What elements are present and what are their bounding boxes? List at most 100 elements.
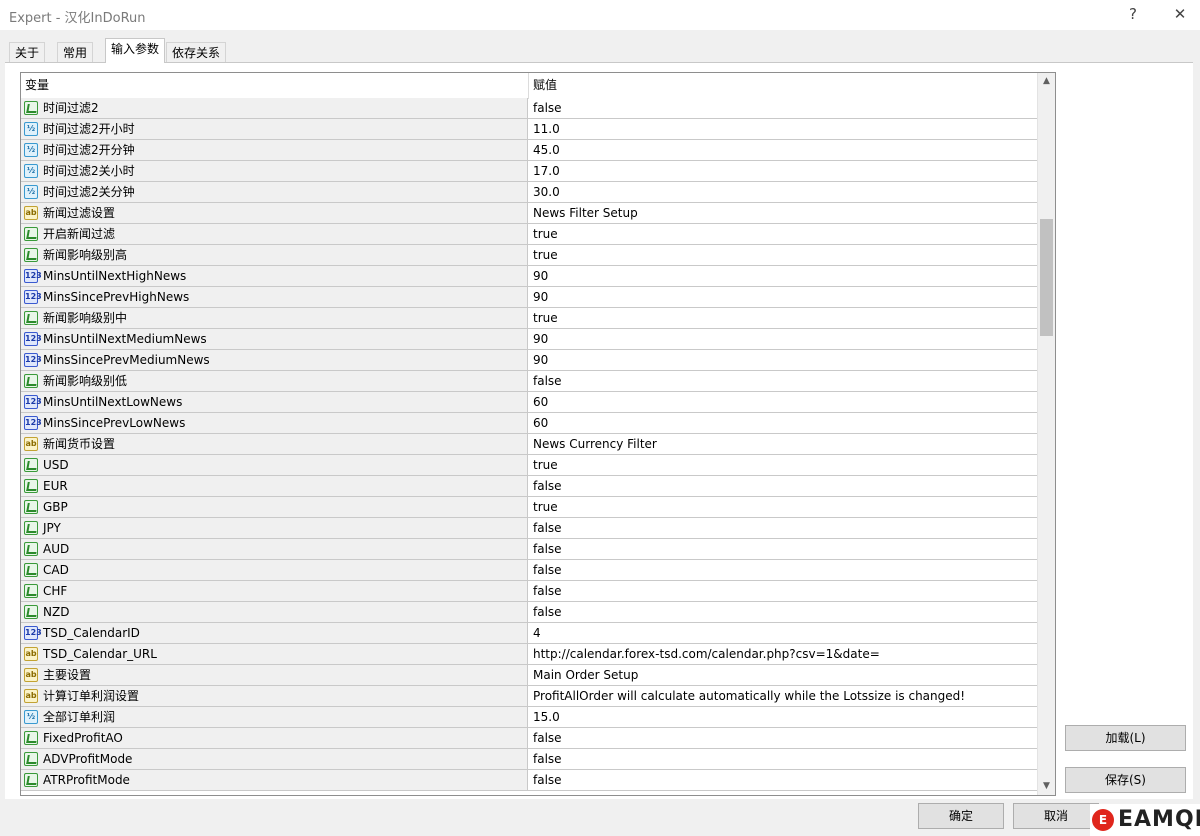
parameter-value-cell[interactable]: false xyxy=(529,770,1037,790)
parameter-name-cell[interactable]: JPY xyxy=(21,518,528,538)
parameter-name-cell[interactable]: ½ 时间过滤2开小时 xyxy=(21,119,528,139)
table-row[interactable]: ½ 时间过滤2关分钟 30.0 xyxy=(21,182,1037,203)
table-row[interactable]: CHF false xyxy=(21,581,1037,602)
parameter-value-cell[interactable]: false xyxy=(529,476,1037,496)
scroll-up-icon[interactable]: ▲ xyxy=(1038,73,1055,90)
parameter-value-cell[interactable]: 90 xyxy=(529,329,1037,349)
parameter-name-cell[interactable]: EUR xyxy=(21,476,528,496)
parameter-value-cell[interactable]: false xyxy=(529,728,1037,748)
table-row[interactable]: 开启新闻过滤 true xyxy=(21,224,1037,245)
parameter-name-cell[interactable]: NZD xyxy=(21,602,528,622)
parameter-value-cell[interactable]: http://calendar.forex-tsd.com/calendar.p… xyxy=(529,644,1037,664)
parameter-value-cell[interactable]: 90 xyxy=(529,266,1037,286)
parameter-name-cell[interactable]: GBP xyxy=(21,497,528,517)
parameter-value-cell[interactable]: false xyxy=(529,371,1037,391)
parameter-name-cell[interactable]: AUD xyxy=(21,539,528,559)
save-button[interactable]: 保存(S) xyxy=(1065,767,1186,793)
table-row[interactable]: ab 主要设置 Main Order Setup xyxy=(21,665,1037,686)
parameter-value-cell[interactable]: true xyxy=(529,455,1037,475)
parameter-value-cell[interactable]: false xyxy=(529,749,1037,769)
parameter-name-cell[interactable]: ab 新闻货币设置 xyxy=(21,434,528,454)
parameter-grid[interactable]: 变量 赋值 时间过滤2 false ½ 时间过滤2开小时 11.0 ½ 时间过滤2开分钟 45… xyxy=(20,72,1056,796)
parameter-value-cell[interactable]: false xyxy=(529,98,1037,118)
parameter-name-cell[interactable]: 时间过滤2 xyxy=(21,98,528,118)
table-row[interactable]: GBP true xyxy=(21,497,1037,518)
cancel-button[interactable]: 取消 xyxy=(1013,803,1099,829)
parameter-name-cell[interactable]: ab 新闻过滤设置 xyxy=(21,203,528,223)
table-row[interactable]: ab 新闻货币设置 News Currency Filter xyxy=(21,434,1037,455)
parameter-value-cell[interactable]: true xyxy=(529,308,1037,328)
tab-dependencies[interactable]: 依存关系 xyxy=(166,42,227,62)
parameter-value-cell[interactable]: false xyxy=(529,602,1037,622)
table-row[interactable]: EUR false xyxy=(21,476,1037,497)
table-row[interactable]: 123 MinsUntilNextHighNews 90 xyxy=(21,266,1037,287)
table-row[interactable]: ADVProfitMode false xyxy=(21,749,1037,770)
parameter-name-cell[interactable]: ADVProfitMode xyxy=(21,749,528,769)
parameter-name-cell[interactable]: ½ 时间过滤2开分钟 xyxy=(21,140,528,160)
parameter-value-cell[interactable]: 30.0 xyxy=(529,182,1037,202)
parameter-value-cell[interactable]: 15.0 xyxy=(529,707,1037,727)
ok-button[interactable]: 确定 xyxy=(918,803,1004,829)
parameter-value-cell[interactable]: true xyxy=(529,245,1037,265)
parameter-name-cell[interactable]: CHF xyxy=(21,581,528,601)
table-row[interactable]: FixedProfitAO false xyxy=(21,728,1037,749)
parameter-value-cell[interactable]: 11.0 xyxy=(529,119,1037,139)
parameter-value-cell[interactable]: 4 xyxy=(529,623,1037,643)
table-row[interactable]: 123 MinsSincePrevHighNews 90 xyxy=(21,287,1037,308)
close-button[interactable]: ✕ xyxy=(1168,3,1192,25)
parameter-name-cell[interactable]: 新闻影响级别中 xyxy=(21,308,528,328)
table-row[interactable]: AUD false xyxy=(21,539,1037,560)
parameter-name-cell[interactable]: 123 MinsSincePrevLowNews xyxy=(21,413,528,433)
table-row[interactable]: ab TSD_Calendar_URL http://calendar.forex-… xyxy=(21,644,1037,665)
parameter-name-cell[interactable]: 123 TSD_CalendarID xyxy=(21,623,528,643)
parameter-value-cell[interactable]: 45.0 xyxy=(529,140,1037,160)
table-row[interactable]: 新闻影响级别低 false xyxy=(21,371,1037,392)
tab-about[interactable]: 关于 xyxy=(9,42,46,62)
parameter-value-cell[interactable]: true xyxy=(529,224,1037,244)
parameter-name-cell[interactable]: 123 MinsUntilNextMediumNews xyxy=(21,329,528,349)
parameter-value-cell[interactable]: Main Order Setup xyxy=(529,665,1037,685)
parameter-value-cell[interactable]: 90 xyxy=(529,287,1037,307)
parameter-name-cell[interactable]: ½ 时间过滤2关小时 xyxy=(21,161,528,181)
tab-common[interactable]: 常用 xyxy=(57,42,94,62)
table-row[interactable]: ½ 全部订单利润 15.0 xyxy=(21,707,1037,728)
table-row[interactable]: ½ 时间过滤2开分钟 45.0 xyxy=(21,140,1037,161)
parameter-name-cell[interactable]: ab 计算订单利润设置 xyxy=(21,686,528,706)
parameter-name-cell[interactable]: ½ 时间过滤2关分钟 xyxy=(21,182,528,202)
parameter-name-cell[interactable]: USD xyxy=(21,455,528,475)
help-button[interactable]: ? xyxy=(1121,3,1145,25)
table-row[interactable]: ab 计算订单利润设置 ProfitAllOrder will calculate… xyxy=(21,686,1037,707)
table-row[interactable]: ab 新闻过滤设置 News Filter Setup xyxy=(21,203,1037,224)
parameter-value-cell[interactable]: News Filter Setup xyxy=(529,203,1037,223)
table-row[interactable]: USD true xyxy=(21,455,1037,476)
table-row[interactable]: 123 MinsSincePrevLowNews 60 xyxy=(21,413,1037,434)
parameter-value-cell[interactable]: false xyxy=(529,560,1037,580)
parameter-name-cell[interactable]: ½ 全部订单利润 xyxy=(21,707,528,727)
tab-inputs[interactable]: 输入参数 xyxy=(105,38,166,63)
table-row[interactable]: 新闻影响级别中 true xyxy=(21,308,1037,329)
table-row[interactable]: 123 MinsUntilNextMediumNews 90 xyxy=(21,329,1037,350)
parameter-value-cell[interactable]: ProfitAllOrder will calculate automatica… xyxy=(529,686,1037,706)
parameter-name-cell[interactable]: ab TSD_Calendar_URL xyxy=(21,644,528,664)
parameter-value-cell[interactable]: 90 xyxy=(529,350,1037,370)
parameter-value-cell[interactable]: true xyxy=(529,497,1037,517)
parameter-name-cell[interactable]: ab 主要设置 xyxy=(21,665,528,685)
column-header-variable[interactable]: 变量 xyxy=(21,73,529,98)
table-row[interactable]: 时间过滤2 false xyxy=(21,98,1037,119)
parameter-name-cell[interactable]: 123 MinsSincePrevHighNews xyxy=(21,287,528,307)
parameter-name-cell[interactable]: 开启新闻过滤 xyxy=(21,224,528,244)
column-header-value[interactable]: 赋值 xyxy=(529,73,1033,98)
parameter-name-cell[interactable]: 新闻影响级别低 xyxy=(21,371,528,391)
table-row[interactable]: JPY false xyxy=(21,518,1037,539)
load-button[interactable]: 加载(L) xyxy=(1065,725,1186,751)
parameter-value-cell[interactable]: 60 xyxy=(529,392,1037,412)
parameter-name-cell[interactable]: ATRProfitMode xyxy=(21,770,528,790)
vertical-scrollbar[interactable]: ▲ ▼ xyxy=(1037,73,1055,795)
parameter-name-cell[interactable]: FixedProfitAO xyxy=(21,728,528,748)
table-row[interactable]: NZD false xyxy=(21,602,1037,623)
table-row[interactable]: 新闻影响级别高 true xyxy=(21,245,1037,266)
table-row[interactable]: ½ 时间过滤2关小时 17.0 xyxy=(21,161,1037,182)
parameter-name-cell[interactable]: 新闻影响级别高 xyxy=(21,245,528,265)
parameter-value-cell[interactable]: false xyxy=(529,539,1037,559)
scrollbar-thumb[interactable] xyxy=(1040,219,1053,336)
